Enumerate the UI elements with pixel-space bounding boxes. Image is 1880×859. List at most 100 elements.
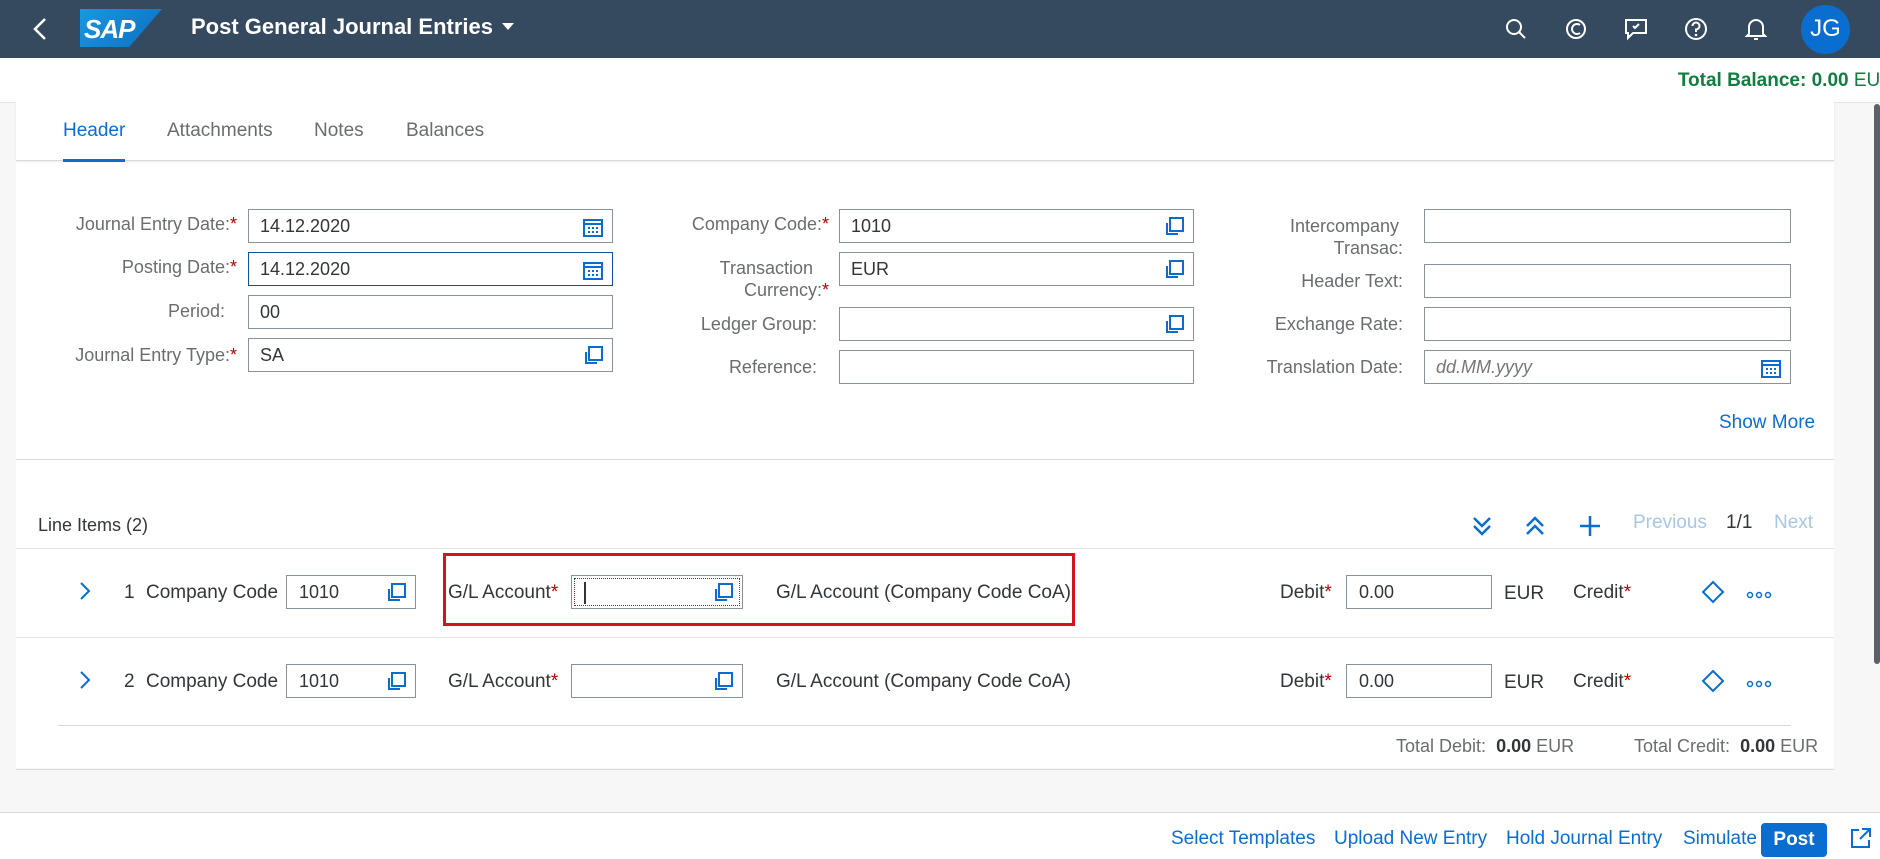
share-icon[interactable] <box>1848 825 1874 851</box>
back-icon[interactable] <box>26 14 56 44</box>
search-icon[interactable] <box>1501 14 1531 44</box>
credit-label: Credit* <box>1573 671 1632 692</box>
gl-account-input[interactable] <box>571 664 743 698</box>
avatar[interactable]: JG <box>1801 4 1850 54</box>
diamond-icon[interactable] <box>1701 580 1725 610</box>
tab-bar: Header Attachments Notes Balances <box>16 102 1834 162</box>
value-help-icon[interactable] <box>582 345 604 367</box>
footer-toolbar: Select Templates Upload New Entry Hold J… <box>0 812 1880 859</box>
period-label: Period: <box>167 301 225 321</box>
company-code-field[interactable]: 1010 <box>839 209 1194 243</box>
line-items-title: Line Items (2) <box>38 515 149 535</box>
row-number: 2 <box>124 671 135 692</box>
collapse-all-icon[interactable] <box>1469 513 1495 539</box>
total-credit: Total Credit: 0.00 EUR <box>1634 736 1819 756</box>
chevron-right-icon[interactable] <box>78 669 92 697</box>
translation-date-label: Translation Date: <box>1266 357 1403 377</box>
hold-journal-entry-button[interactable]: Hold Journal Entry <box>1506 828 1662 850</box>
value-help-icon[interactable] <box>1163 216 1185 238</box>
next-button[interactable]: Next <box>1774 512 1813 534</box>
scrollbar[interactable] <box>1874 104 1880 664</box>
journal-entry-date-field[interactable]: 14.12.2020 <box>248 209 613 243</box>
company-code-input[interactable]: 1010 <box>286 664 416 698</box>
value-help-icon[interactable] <box>385 582 407 604</box>
transaction-currency-label-2: Currency:* <box>743 280 829 300</box>
ledger-group-label: Ledger Group: <box>700 314 817 334</box>
ledger-group-field[interactable] <box>839 307 1194 341</box>
debit-input[interactable]: 0.00 <box>1346 664 1492 698</box>
app-title: Post General Journal Entries <box>191 14 493 39</box>
value-help-icon[interactable] <box>712 671 734 693</box>
shell-bar: SAP Post General Journal Entries JG <box>0 0 1880 58</box>
gl-account-label: G/L Account* <box>448 582 559 603</box>
reference-label: Reference: <box>728 357 817 377</box>
more-icon[interactable] <box>1746 584 1772 606</box>
add-icon[interactable] <box>1577 513 1603 539</box>
calendar-icon[interactable] <box>1760 357 1782 379</box>
header-text-field[interactable] <box>1424 264 1791 298</box>
tab-attachments[interactable]: Attachments <box>167 120 273 159</box>
totals-divider <box>16 769 1834 770</box>
gl-account-description: G/L Account (Company Code CoA) <box>776 671 1071 692</box>
line-item-row: 2 Company Code 1010 G/L Account* G/L Acc… <box>16 637 1834 726</box>
notifications-icon[interactable] <box>1741 14 1771 44</box>
page-indicator: 1/1 <box>1726 512 1753 533</box>
row-number: 1 <box>124 582 135 603</box>
row-divider <box>58 725 1791 726</box>
intercompany-field[interactable] <box>1424 209 1791 243</box>
credit-label: Credit* <box>1573 582 1632 603</box>
exchange-rate-field[interactable] <box>1424 307 1791 341</box>
value-help-icon[interactable] <box>385 671 407 693</box>
previous-button[interactable]: Previous <box>1633 512 1707 534</box>
currency: EUR <box>1504 672 1545 693</box>
gl-account-input[interactable] <box>571 575 743 609</box>
company-code-label: Company Code <box>146 671 279 692</box>
reference-field[interactable] <box>839 350 1194 384</box>
balance-bar: Total Balance: 0.00 EUR <box>0 58 1880 103</box>
copilot-icon[interactable] <box>1561 14 1591 44</box>
sap-logo[interactable]: SAP <box>80 9 162 47</box>
posting-date-label: Posting Date:* <box>121 257 237 277</box>
help-icon[interactable] <box>1681 14 1711 44</box>
journal-entry-date-label: Journal Entry Date:* <box>75 214 237 234</box>
exchange-rate-label: Exchange Rate: <box>1274 314 1403 334</box>
journal-entry-type-field[interactable]: SA <box>248 338 613 372</box>
more-icon[interactable] <box>1746 673 1772 695</box>
tab-notes[interactable]: Notes <box>314 120 364 159</box>
expand-all-icon[interactable] <box>1522 513 1548 539</box>
text-cursor <box>584 582 586 605</box>
company-code-label: Company Code:* <box>691 214 829 234</box>
value-help-icon[interactable] <box>712 582 734 604</box>
header-text-label: Header Text: <box>1301 271 1403 291</box>
select-templates-button[interactable]: Select Templates <box>1171 828 1315 850</box>
calendar-icon[interactable] <box>582 259 604 281</box>
transaction-currency-field[interactable]: EUR <box>839 252 1194 286</box>
currency: EUR <box>1504 583 1545 604</box>
value-help-icon[interactable] <box>1163 259 1185 281</box>
value-help-icon[interactable] <box>1163 314 1185 336</box>
upload-new-entry-button[interactable]: Upload New Entry <box>1334 828 1487 850</box>
app-title-menu[interactable]: Post General Journal Entries <box>191 14 515 40</box>
debit-input[interactable]: 0.00 <box>1346 575 1492 609</box>
gl-account-label: G/L Account* <box>448 671 559 692</box>
tab-balances[interactable]: Balances <box>406 120 484 159</box>
diamond-icon[interactable] <box>1701 669 1725 699</box>
period-field[interactable]: 00 <box>248 295 613 329</box>
translation-date-field[interactable]: dd.MM.yyyy <box>1424 350 1791 384</box>
simulate-button[interactable]: Simulate <box>1683 828 1757 850</box>
company-code-input[interactable]: 1010 <box>286 575 416 609</box>
journal-entry-type-label: Journal Entry Type:* <box>75 345 237 365</box>
debit-label: Debit* <box>1280 671 1332 692</box>
tab-header[interactable]: Header <box>63 120 126 162</box>
post-button[interactable]: Post <box>1761 823 1827 857</box>
company-code-label: Company Code <box>146 582 279 603</box>
section-divider <box>16 459 1834 460</box>
show-more-link[interactable]: Show More <box>1719 412 1815 434</box>
calendar-icon[interactable] <box>582 216 604 238</box>
feedback-icon[interactable] <box>1621 14 1651 44</box>
gl-account-description: G/L Account (Company Code CoA) <box>776 582 1071 603</box>
intercompany-label-2: Transac: <box>1333 238 1403 258</box>
line-item-row: 1 Company Code 1010 G/L Account* G/L Acc… <box>16 548 1834 637</box>
posting-date-field[interactable]: 14.12.2020 <box>248 252 613 286</box>
chevron-right-icon[interactable] <box>78 580 92 608</box>
